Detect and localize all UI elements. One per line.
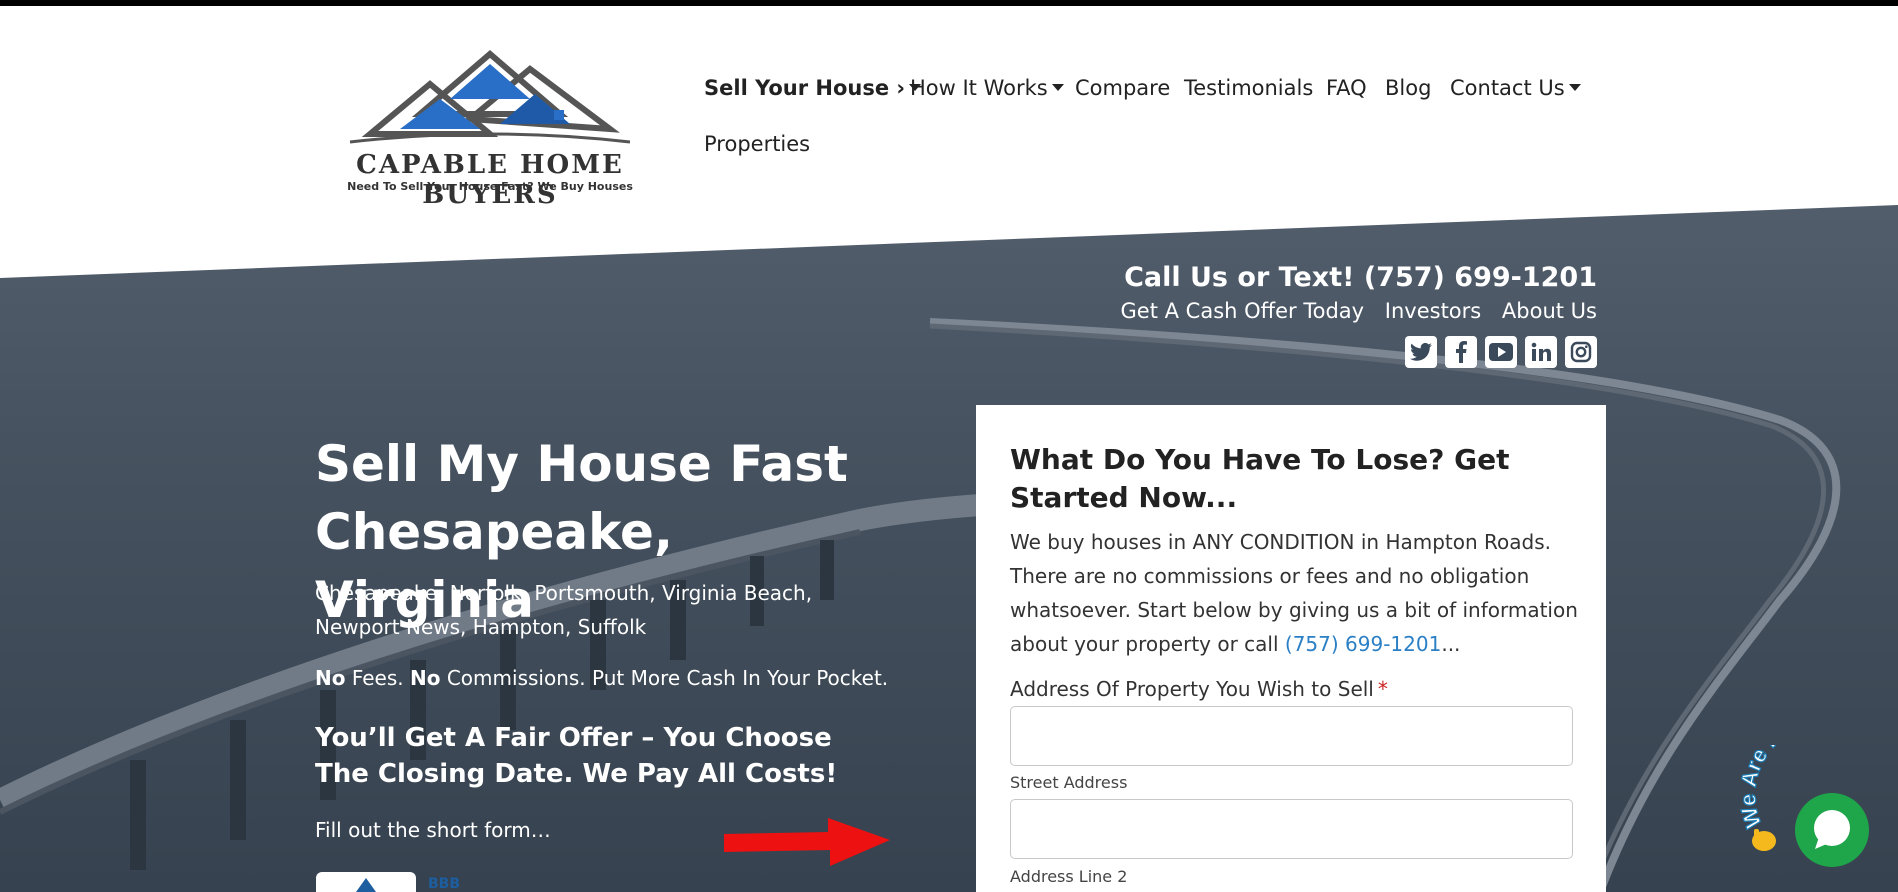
nav-label: How It Works xyxy=(910,76,1048,100)
logo[interactable]: CAPABLE HOME BUYERS Need To Sell Your Ho… xyxy=(300,44,680,210)
chat-bubble-icon xyxy=(1814,810,1850,849)
lead-form-card: What Do You Have To Lose? Get Started No… xyxy=(976,405,1606,892)
link-cash-offer[interactable]: Get A Cash Offer Today xyxy=(1121,299,1365,323)
chevron-down-icon xyxy=(1051,84,1064,91)
nav-blog[interactable]: Blog xyxy=(1385,76,1431,100)
nav-compare[interactable]: Compare xyxy=(1075,76,1170,100)
required-mark: * xyxy=(1377,677,1388,701)
youtube-icon[interactable] xyxy=(1485,336,1517,368)
linkedin-icon[interactable] xyxy=(1525,336,1557,368)
house-logo-icon xyxy=(349,50,631,144)
link-investors[interactable]: Investors xyxy=(1385,299,1481,323)
fill-form-text: Fill out the short form… xyxy=(315,818,551,842)
no-emphasis: No xyxy=(410,666,441,690)
nav-label: Contact Us xyxy=(1450,76,1565,100)
no-emphasis: No xyxy=(315,666,346,690)
waving-hand-icon xyxy=(1752,829,1776,851)
form-intro-end: ... xyxy=(1441,632,1461,656)
chevron-down-icon xyxy=(1568,84,1581,91)
facebook-icon[interactable] xyxy=(1445,336,1477,368)
form-intro: We buy houses in ANY CONDITION in Hampto… xyxy=(1010,525,1580,661)
bbb-badge-text: BBB xyxy=(428,876,461,892)
street-address-label: Street Address xyxy=(1010,773,1128,792)
instagram-icon[interactable] xyxy=(1565,336,1597,368)
twitter-icon[interactable] xyxy=(1405,336,1437,368)
nav-contact-us[interactable]: Contact Us xyxy=(1450,76,1581,100)
commissions-text: Commissions. Put More Cash In Your Pocke… xyxy=(440,666,889,690)
bbb-badge[interactable] xyxy=(316,872,416,892)
no-fees-text: No Fees. No Commissions. Put More Cash I… xyxy=(315,666,935,690)
address-line2-input[interactable] xyxy=(1010,799,1573,859)
service-areas: Chesapeake, Norfolk, Portsmouth, Virgini… xyxy=(315,581,813,639)
red-arrow-icon xyxy=(724,818,890,866)
bbb-logo-icon xyxy=(356,878,376,892)
address-line2-label: Address Line 2 xyxy=(1010,867,1128,886)
nav-sell-your-house[interactable]: Sell Your House › xyxy=(704,76,922,100)
fees-text: Fees. xyxy=(345,666,410,690)
nav-faq[interactable]: FAQ xyxy=(1326,76,1367,100)
link-about-us[interactable]: About Us xyxy=(1502,299,1597,323)
social-links xyxy=(1405,336,1597,368)
nav-properties[interactable]: Properties xyxy=(704,132,810,156)
form-phone-link[interactable]: (757) 699-1201 xyxy=(1285,632,1441,656)
fair-offer-heading: You’ll Get A Fair Offer – You Choose The… xyxy=(315,723,838,789)
nav-label: Sell Your House › xyxy=(704,76,906,100)
chat-button[interactable] xyxy=(1795,793,1869,867)
brand-tagline: Need To Sell Your House Fast? We Buy Hou… xyxy=(347,180,633,193)
address-label: Address Of Property You Wish to Sell * xyxy=(1010,677,1388,701)
nav-how-it-works[interactable]: How It Works xyxy=(910,76,1064,100)
bridge-photo xyxy=(0,0,1898,892)
nav-testimonials[interactable]: Testimonials xyxy=(1184,76,1313,100)
call-us-phone[interactable]: Call Us or Text! (757) 699-1201 xyxy=(1124,262,1597,293)
secondary-links: Get A Cash Offer Today Investors About U… xyxy=(1107,299,1597,323)
address-label-text: Address Of Property You Wish to Sell xyxy=(1010,677,1374,701)
street-address-input[interactable] xyxy=(1010,706,1573,766)
form-heading: What Do You Have To Lose? Get Started No… xyxy=(1010,443,1510,514)
hero-background xyxy=(0,0,1898,892)
